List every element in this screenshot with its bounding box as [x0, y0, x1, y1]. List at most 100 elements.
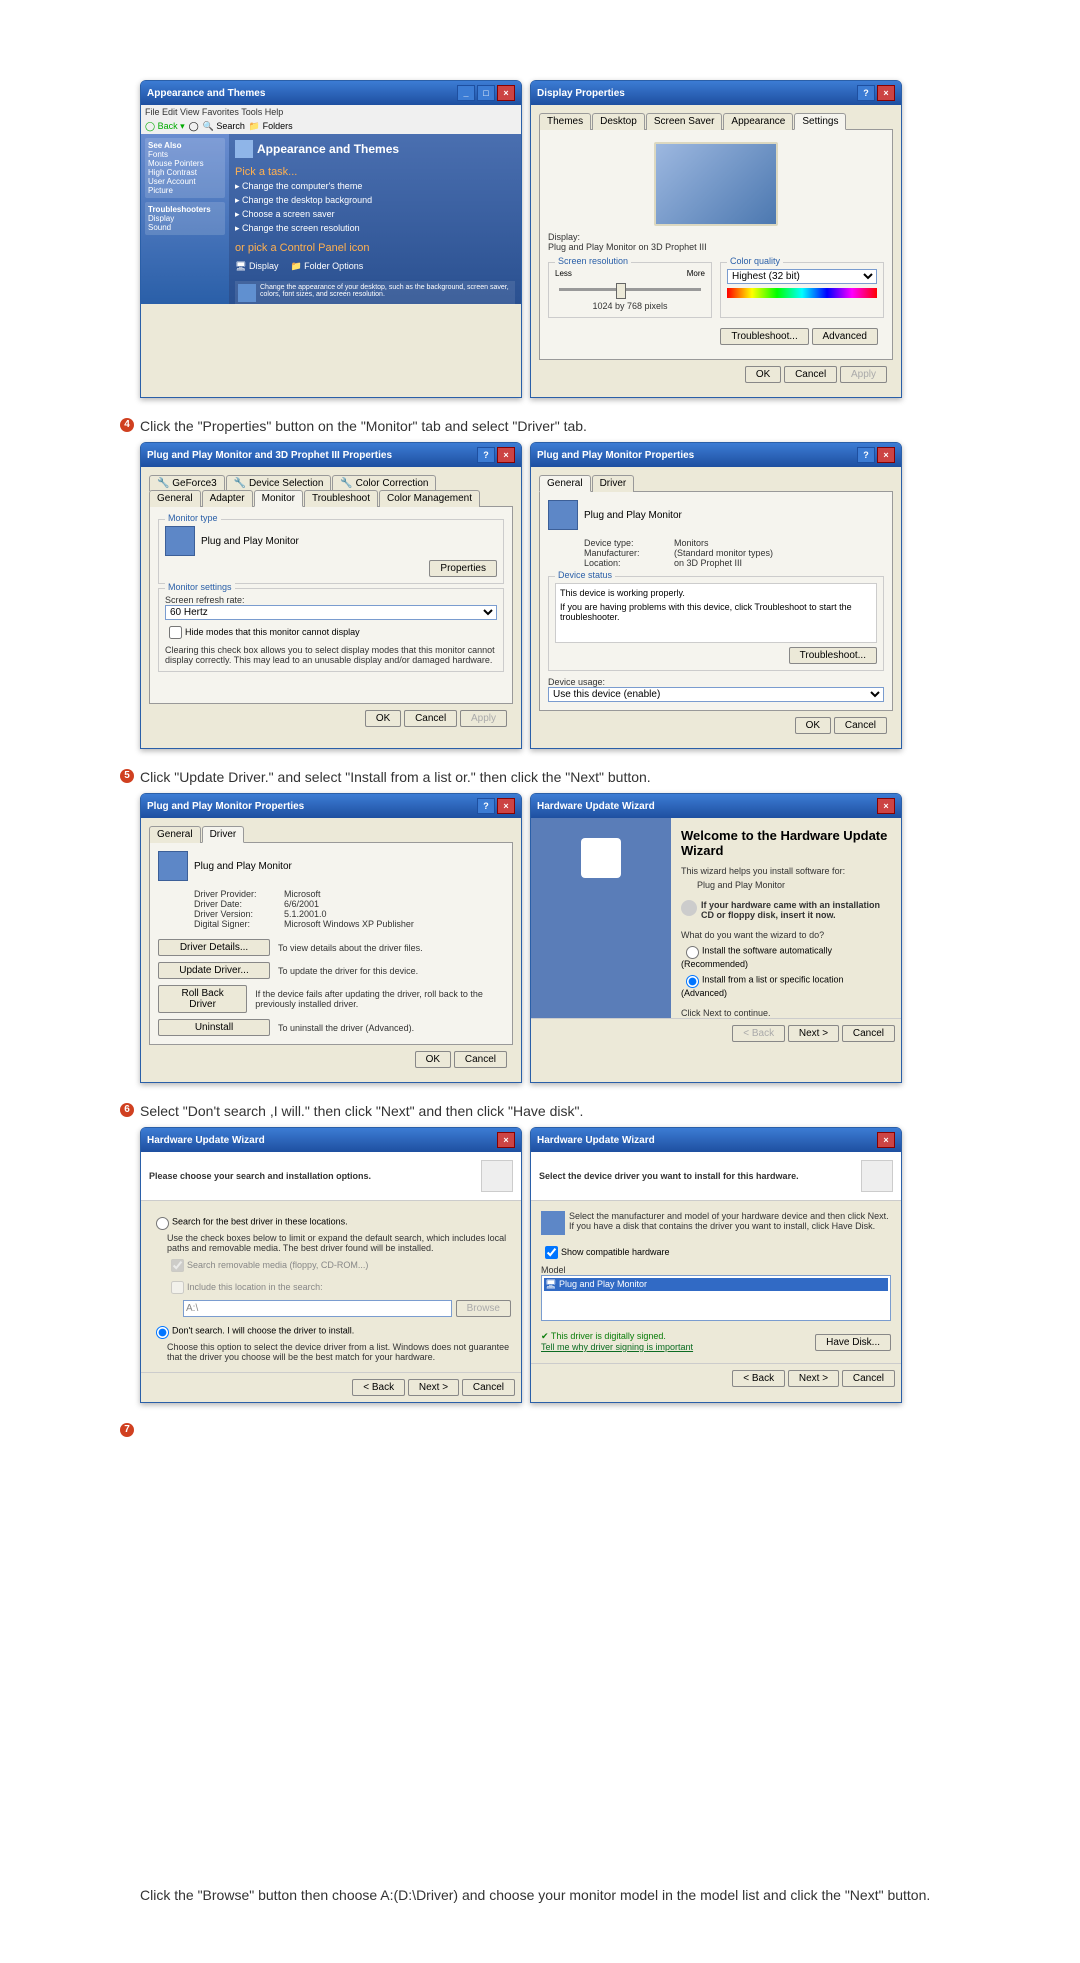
- close-icon[interactable]: ×: [877, 447, 895, 463]
- tab-general[interactable]: General: [539, 475, 591, 492]
- show-compat-checkbox[interactable]: [545, 1246, 558, 1259]
- driver-details-button[interactable]: Driver Details...: [158, 939, 270, 956]
- fwd-icon[interactable]: ◯: [189, 121, 199, 132]
- chk-removable: [171, 1259, 184, 1272]
- task-link[interactable]: ▸ Change the computer's theme: [235, 181, 515, 192]
- ok-button[interactable]: OK: [365, 710, 401, 727]
- rollback-button[interactable]: Roll Back Driver: [158, 985, 247, 1013]
- max-icon[interactable]: □: [477, 85, 495, 101]
- navbar: ◯ Back ▾ ◯ 🔍 Search 📁 Folders: [141, 119, 521, 134]
- color-quality-select[interactable]: Highest (32 bit): [727, 269, 877, 284]
- advanced-button[interactable]: Advanced: [812, 328, 878, 345]
- opt-list[interactable]: [686, 975, 699, 988]
- folders-icon[interactable]: 📁 Folders: [249, 121, 293, 132]
- tab-appearance[interactable]: Appearance: [723, 113, 793, 130]
- next-button[interactable]: Next >: [788, 1370, 839, 1387]
- apply-button[interactable]: Apply: [460, 710, 507, 727]
- close-icon[interactable]: ×: [877, 1132, 895, 1148]
- signing-link[interactable]: Tell me why driver signing is important: [541, 1342, 693, 1352]
- toolbar: File Edit View Favorites Tools Help: [141, 105, 521, 119]
- help-icon[interactable]: ?: [857, 447, 875, 463]
- task-link[interactable]: ▸ Choose a screen saver: [235, 209, 515, 220]
- refresh-rate-select[interactable]: 60 Hertz: [165, 605, 497, 620]
- monitor-icon: [238, 284, 256, 302]
- tab-color-mgmt[interactable]: Color Management: [379, 490, 480, 507]
- close-icon[interactable]: ×: [877, 798, 895, 814]
- tab-driver[interactable]: Driver: [202, 826, 245, 843]
- min-icon[interactable]: _: [457, 85, 475, 101]
- window-select-driver: Hardware Update Wizard× Select the devic…: [530, 1127, 902, 1403]
- back-icon[interactable]: ◯ Back ▾: [145, 121, 185, 132]
- tab-driver[interactable]: Driver: [592, 475, 635, 492]
- tab-device-sel[interactable]: 🔧 Device Selection: [226, 475, 332, 491]
- cancel-button[interactable]: Cancel: [462, 1379, 515, 1396]
- tab-geforce[interactable]: 🔧 GeForce3: [149, 475, 225, 491]
- back-button[interactable]: < Back: [732, 1025, 785, 1042]
- tab-troubleshoot[interactable]: Troubleshoot: [304, 490, 378, 507]
- title: Hardware Update Wizard: [147, 1135, 265, 1146]
- apply-button[interactable]: Apply: [840, 366, 887, 383]
- monitor-type-label: Monitor type: [165, 513, 221, 523]
- close-icon[interactable]: ×: [877, 85, 895, 101]
- tab-settings[interactable]: Settings: [794, 113, 846, 130]
- window-display-properties: Display Properties ?× Themes Desktop Scr…: [530, 80, 902, 398]
- title: Plug and Play Monitor Properties: [537, 450, 694, 461]
- cp-icon-display[interactable]: 🖥 Display: [235, 261, 278, 272]
- help-icon[interactable]: ?: [857, 85, 875, 101]
- cancel-button[interactable]: Cancel: [454, 1051, 507, 1068]
- monitor-icon: [548, 500, 578, 530]
- ok-button[interactable]: OK: [745, 366, 781, 383]
- resolution-slider[interactable]: [559, 288, 701, 291]
- cancel-button[interactable]: Cancel: [784, 366, 837, 383]
- wizard-icon: [581, 838, 621, 878]
- search-icon[interactable]: 🔍 Search: [203, 121, 245, 132]
- task-link[interactable]: ▸ Change the desktop background: [235, 195, 515, 206]
- step-7-text: Click the "Browse" button then choose A:…: [140, 1887, 940, 1903]
- opt-auto[interactable]: [686, 946, 699, 959]
- tab-themes[interactable]: Themes: [539, 113, 591, 130]
- display-label: Display:: [548, 232, 884, 242]
- uninstall-button[interactable]: Uninstall: [158, 1019, 270, 1036]
- ok-button[interactable]: OK: [795, 717, 831, 734]
- back-button[interactable]: < Back: [352, 1379, 405, 1396]
- cancel-button[interactable]: Cancel: [404, 710, 457, 727]
- tab-color-corr[interactable]: 🔧 Color Correction: [332, 475, 436, 491]
- close-icon[interactable]: ×: [497, 85, 515, 101]
- next-button[interactable]: Next >: [408, 1379, 459, 1396]
- ok-button[interactable]: OK: [415, 1051, 451, 1068]
- model-list[interactable]: 🖥 Plug and Play Monitor: [541, 1275, 891, 1321]
- help-icon[interactable]: ?: [477, 447, 495, 463]
- have-disk-button[interactable]: Have Disk...: [815, 1334, 891, 1351]
- properties-button[interactable]: Properties: [429, 560, 497, 577]
- help-icon[interactable]: ?: [477, 798, 495, 814]
- cancel-button[interactable]: Cancel: [842, 1025, 895, 1042]
- cancel-button[interactable]: Cancel: [842, 1370, 895, 1387]
- task-link[interactable]: ▸ Change the screen resolution: [235, 223, 515, 234]
- close-icon[interactable]: ×: [497, 798, 515, 814]
- step-4-text: Click the "Properties" button on the "Mo…: [140, 418, 940, 434]
- tab-general[interactable]: General: [149, 490, 201, 507]
- troubleshoot-button[interactable]: Troubleshoot...: [720, 328, 808, 345]
- back-button[interactable]: < Back: [732, 1370, 785, 1387]
- cp-icon-folder[interactable]: 📁 Folder Options: [290, 261, 363, 272]
- tab-adapter[interactable]: Adapter: [202, 490, 253, 507]
- next-button[interactable]: Next >: [788, 1025, 839, 1042]
- close-icon[interactable]: ×: [497, 1132, 515, 1148]
- update-driver-button[interactable]: Update Driver...: [158, 962, 270, 979]
- hide-modes-checkbox[interactable]: [169, 626, 182, 639]
- tab-monitor[interactable]: Monitor: [254, 490, 303, 507]
- title: Appearance and Themes: [147, 88, 265, 99]
- tab-general[interactable]: General: [149, 826, 201, 843]
- close-icon[interactable]: ×: [497, 447, 515, 463]
- device-usage-select[interactable]: Use this device (enable): [548, 687, 884, 702]
- title: Display Properties: [537, 88, 625, 99]
- monitor-name: Plug and Play Monitor: [194, 861, 292, 872]
- opt-search[interactable]: [156, 1217, 169, 1230]
- hide-note: Clearing this check box allows you to se…: [165, 645, 497, 665]
- cancel-button[interactable]: Cancel: [834, 717, 887, 734]
- title: Hardware Update Wizard: [537, 1135, 655, 1146]
- tab-screensaver[interactable]: Screen Saver: [646, 113, 723, 130]
- tab-desktop[interactable]: Desktop: [592, 113, 645, 130]
- troubleshoot-button[interactable]: Troubleshoot...: [789, 647, 877, 664]
- opt-dont-search[interactable]: [156, 1326, 169, 1339]
